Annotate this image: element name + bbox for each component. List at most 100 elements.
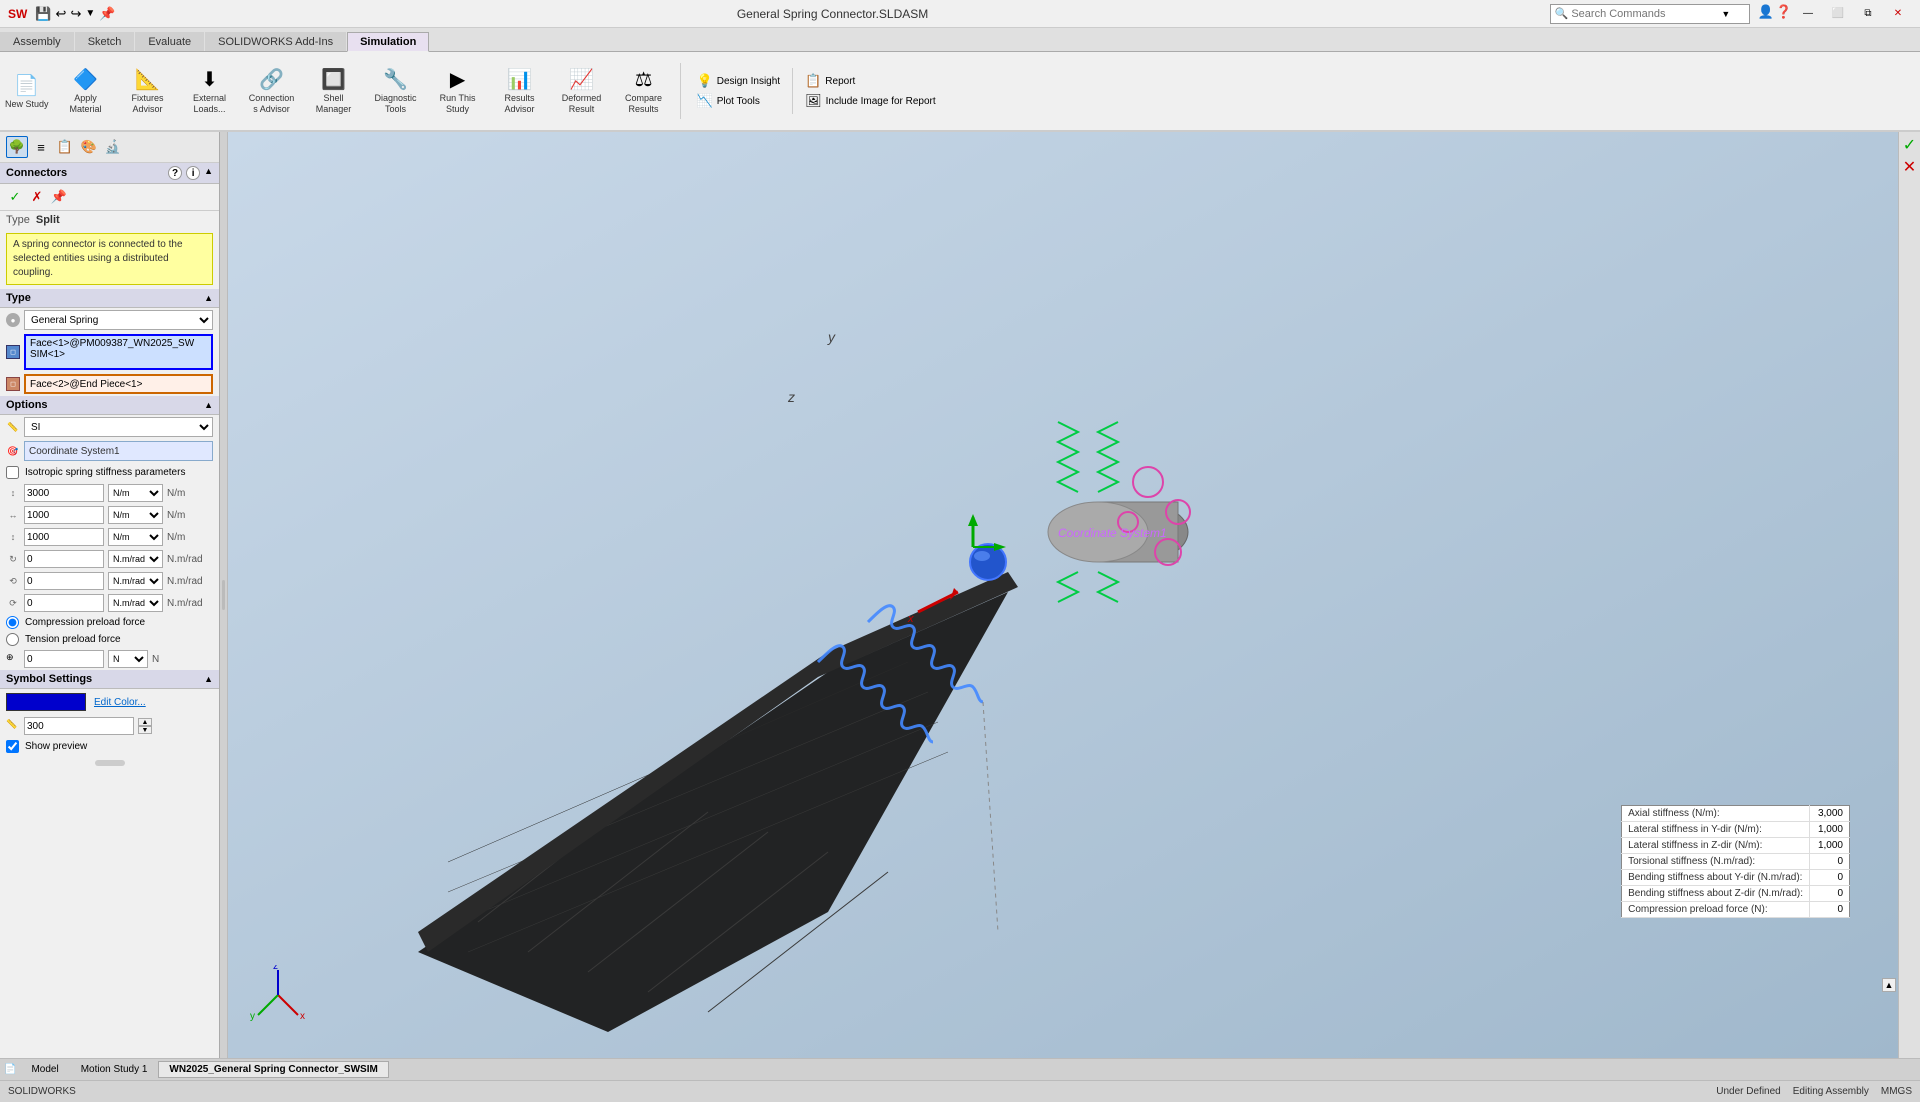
simulation-ribbon: 📄 New Study 🔷 Apply Material 📐 Fixtures … xyxy=(0,52,1920,132)
lateral-y-stiffness-row: ↔ N/m N/m xyxy=(0,504,219,526)
results-advisor-btn[interactable]: 📊 Results Advisor xyxy=(490,64,550,118)
compare-results-btn[interactable]: ⚖ Compare Results xyxy=(614,64,674,118)
table-scroll-up-btn[interactable]: ▲ xyxy=(1882,978,1896,992)
external-loads-btn[interactable]: ⬇ External Loads... xyxy=(180,64,240,118)
options-section-chevron[interactable]: ▲ xyxy=(204,400,213,410)
lateral-y-unit-select[interactable]: N/m xyxy=(108,506,163,524)
torsional-input[interactable] xyxy=(24,550,104,568)
spring-type-select[interactable]: General Spring xyxy=(24,310,213,330)
options-section-header[interactable]: Options ▲ xyxy=(0,396,219,415)
config-icon[interactable]: 📋 xyxy=(54,136,76,158)
type-section-header[interactable]: Type ▲ xyxy=(0,289,219,308)
symbol-section-header[interactable]: Symbol Settings ▲ xyxy=(0,670,219,689)
tab-evaluate[interactable]: Evaluate xyxy=(135,32,204,51)
connectors-section-header[interactable]: Connectors ? i ▲ xyxy=(0,163,219,184)
tab-simulation[interactable]: Simulation xyxy=(347,32,429,52)
qa-pin[interactable]: 📌 xyxy=(99,6,115,22)
plot-tools-btn[interactable]: 📉 Plot Tools xyxy=(693,92,785,110)
fixtures-advisor-btn[interactable]: 📐 Fixtures Advisor xyxy=(118,64,178,118)
bottom-tab-motion[interactable]: Motion Study 1 xyxy=(70,1061,159,1078)
bottom-tab-model[interactable]: Model xyxy=(20,1061,69,1078)
diagnostic-tools-btn[interactable]: 🔧 Diagnostic Tools xyxy=(366,64,426,118)
user-icon[interactable]: 👤 xyxy=(1758,4,1774,24)
display-icon[interactable]: 🎨 xyxy=(78,136,100,158)
edit-color-btn[interactable]: Edit Color... xyxy=(94,697,146,708)
info-table-value: 0 xyxy=(1810,902,1850,918)
page-view-icon[interactable]: 📄 xyxy=(4,1064,16,1075)
section-collapse-chevron[interactable]: ▲ xyxy=(204,166,213,180)
lateral-y-input[interactable] xyxy=(24,506,104,524)
size-input[interactable] xyxy=(24,717,134,735)
cancel-btn[interactable]: ✗ xyxy=(28,188,46,206)
help-icon[interactable]: ❓ xyxy=(1776,4,1792,24)
coord-field[interactable]: Coordinate System1 xyxy=(24,441,213,461)
units-select[interactable]: SI xyxy=(24,417,213,437)
compress-radio[interactable] xyxy=(6,616,19,629)
preload-unit-select[interactable]: N xyxy=(108,650,148,668)
color-swatch[interactable] xyxy=(6,693,86,711)
panel-resizer[interactable] xyxy=(220,132,228,1058)
bending-y-unit-select[interactable]: N.m/rad xyxy=(108,572,163,590)
close-btn[interactable]: ✕ xyxy=(1884,4,1912,24)
symbol-section-chevron[interactable]: ▲ xyxy=(204,674,213,684)
tab-addins[interactable]: SOLIDWORKS Add-Ins xyxy=(205,32,346,51)
tension-radio[interactable] xyxy=(6,633,19,646)
bending-z-unit-select[interactable]: N.m/rad xyxy=(108,594,163,612)
sim-tree-icon[interactable]: 🔬 xyxy=(102,136,124,158)
help-question-btn[interactable]: ? xyxy=(168,166,182,180)
restore-btn[interactable]: ⬜ xyxy=(1824,4,1852,24)
lateral-z-input[interactable] xyxy=(24,528,104,546)
include-image-btn[interactable]: 🖼 Include Image for Report xyxy=(801,92,940,110)
face2-input[interactable]: Face<2>@End Piece<1> xyxy=(24,374,213,394)
bending-y-stiffness-row: ⟲ N.m/rad N.m/rad xyxy=(0,570,219,592)
info-table-label: Torsional stiffness (N.m/rad): xyxy=(1622,854,1810,870)
tab-sketch[interactable]: Sketch xyxy=(75,32,135,51)
type-section-chevron[interactable]: ▲ xyxy=(204,293,213,303)
search-input[interactable] xyxy=(1571,8,1721,20)
deformed-result-btn[interactable]: 📈 Deformed Result xyxy=(552,64,612,118)
qa-options[interactable]: ▼ xyxy=(85,8,95,19)
size-up-btn[interactable]: ▲ xyxy=(138,718,152,726)
lateral-z-unit-select[interactable]: N/m xyxy=(108,528,163,546)
axial-unit-select[interactable]: N/m xyxy=(108,484,163,502)
new-study-btn[interactable]: 📄 New Study xyxy=(0,64,54,118)
axial-input[interactable] xyxy=(24,484,104,502)
maximize-btn[interactable]: ⧉ xyxy=(1854,4,1882,24)
run-study-btn[interactable]: ▶ Run This Study xyxy=(428,64,488,118)
isotropic-checkbox[interactable] xyxy=(6,466,19,479)
show-preview-checkbox[interactable] xyxy=(6,740,19,753)
info-table-label: Bending stiffness about Y-dir (N.m/rad): xyxy=(1622,870,1810,886)
minimize-btn[interactable]: — xyxy=(1794,4,1822,24)
bending-y-input[interactable] xyxy=(24,572,104,590)
apply-material-btn[interactable]: 🔷 Apply Material xyxy=(56,64,116,118)
action-bar: ✓ ✗ 📌 xyxy=(0,184,219,211)
connections-advisor-btn[interactable]: 🔗 Connections Advisor xyxy=(242,64,302,118)
report-btn[interactable]: 📋 Report xyxy=(801,72,940,90)
new-study-icon: 📄 xyxy=(14,73,39,98)
bottom-tab-swsim[interactable]: WN2025_General Spring Connector_SWSIM xyxy=(158,1061,388,1078)
size-down-btn[interactable]: ▼ xyxy=(138,726,152,734)
confirm-btn[interactable]: ✓ xyxy=(6,188,24,206)
face1-input[interactable]: Face<1>@PM009387_WN2025_SW SIM<1> xyxy=(24,334,213,370)
preload-input[interactable] xyxy=(24,650,104,668)
design-insight-btn[interactable]: 💡 Design Insight xyxy=(693,72,785,90)
properties-icon[interactable]: ≡ xyxy=(30,136,52,158)
viewport[interactable]: ▶ ⚙ General Spring Connector... 🔍 🔄 ✋ ↖ … xyxy=(228,132,1920,1058)
pin-btn[interactable]: 📌 xyxy=(50,188,68,206)
qa-save[interactable]: 💾 xyxy=(35,6,51,22)
qa-redo[interactable]: ↪ xyxy=(70,6,81,22)
help-info-btn[interactable]: i xyxy=(186,166,200,180)
shell-manager-btn[interactable]: 🔲 Shell Manager xyxy=(304,64,364,118)
right-confirm-btn[interactable]: ✓ xyxy=(1901,136,1919,154)
compress-radio-row: Compression preload force xyxy=(0,614,219,631)
qa-undo[interactable]: ↩ xyxy=(56,6,67,22)
search-dropdown-icon[interactable]: ▼ xyxy=(1721,9,1730,19)
tab-assembly[interactable]: Assembly xyxy=(0,32,74,51)
search-bar[interactable]: 🔍 ▼ xyxy=(1550,4,1750,24)
torsional-unit-select[interactable]: N.m/rad xyxy=(108,550,163,568)
bending-z-input[interactable] xyxy=(24,594,104,612)
info-table-value: 3,000 xyxy=(1810,806,1850,822)
info-table-row: Lateral stiffness in Z-dir (N/m):1,000 xyxy=(1622,838,1850,854)
feature-tree-icon[interactable]: 🌳 xyxy=(6,136,28,158)
right-cancel-btn[interactable]: ✕ xyxy=(1901,158,1919,176)
